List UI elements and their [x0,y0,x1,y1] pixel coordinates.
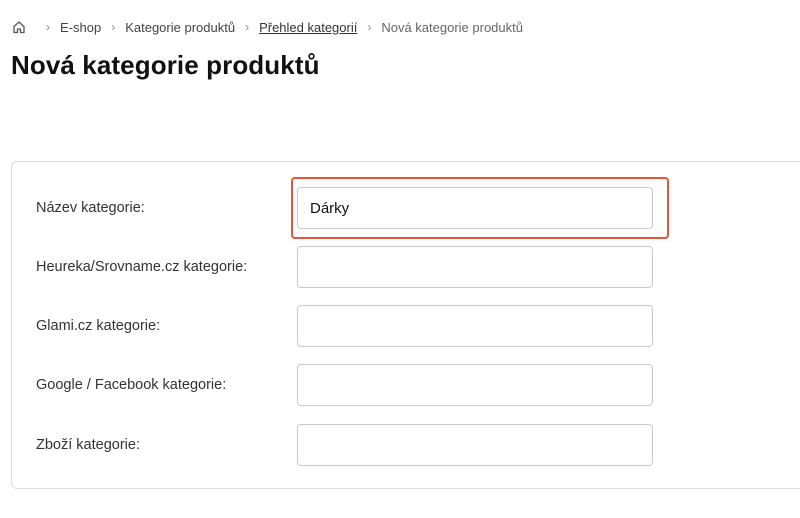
heureka-category-input[interactable] [297,246,653,288]
google-facebook-category-input[interactable] [297,364,653,406]
field-label-google: Google / Facebook kategorie: [36,377,227,393]
form-row-glami: Glami.cz kategorie: [12,305,800,347]
category-name-input[interactable] [297,187,653,229]
field-label-zbozi: Zboží kategorie: [36,437,140,453]
breadcrumb-item-kategorie-produktu[interactable]: Kategorie produktů [125,20,235,35]
breadcrumb: › E-shop › Kategorie produktů › Přehled … [12,18,523,36]
breadcrumb-item-current: Nová kategorie produktů [381,19,523,35]
home-icon[interactable] [12,20,26,34]
field-label-glami: Glami.cz kategorie: [36,318,161,334]
breadcrumb-item-eshop[interactable]: E-shop [60,20,101,35]
chevron-right-icon: › [245,20,250,34]
page-title: Nová kategorie produktů [11,50,320,80]
form-row-zbozi: Zboží kategorie: [12,424,800,466]
chevron-right-icon: › [46,20,50,34]
field-label-nazev: Název kategorie: [36,200,145,216]
form-row-google: Google / Facebook kategorie: [12,364,800,406]
form-row-heureka: Heureka/Srovname.cz kategorie: [12,246,800,288]
zbozi-category-input[interactable] [297,424,653,466]
form-row-nazev: Název kategorie: [12,187,800,229]
glami-category-input[interactable] [297,305,653,347]
category-form-card: Název kategorie: Heureka/Srovname.cz kat… [11,161,800,489]
chevron-right-icon: › [111,20,116,34]
field-label-heureka: Heureka/Srovname.cz kategorie: [36,259,248,275]
breadcrumb-item-prehled-kategorii[interactable]: Přehled kategorií [259,20,357,35]
chevron-right-icon: › [367,20,372,34]
